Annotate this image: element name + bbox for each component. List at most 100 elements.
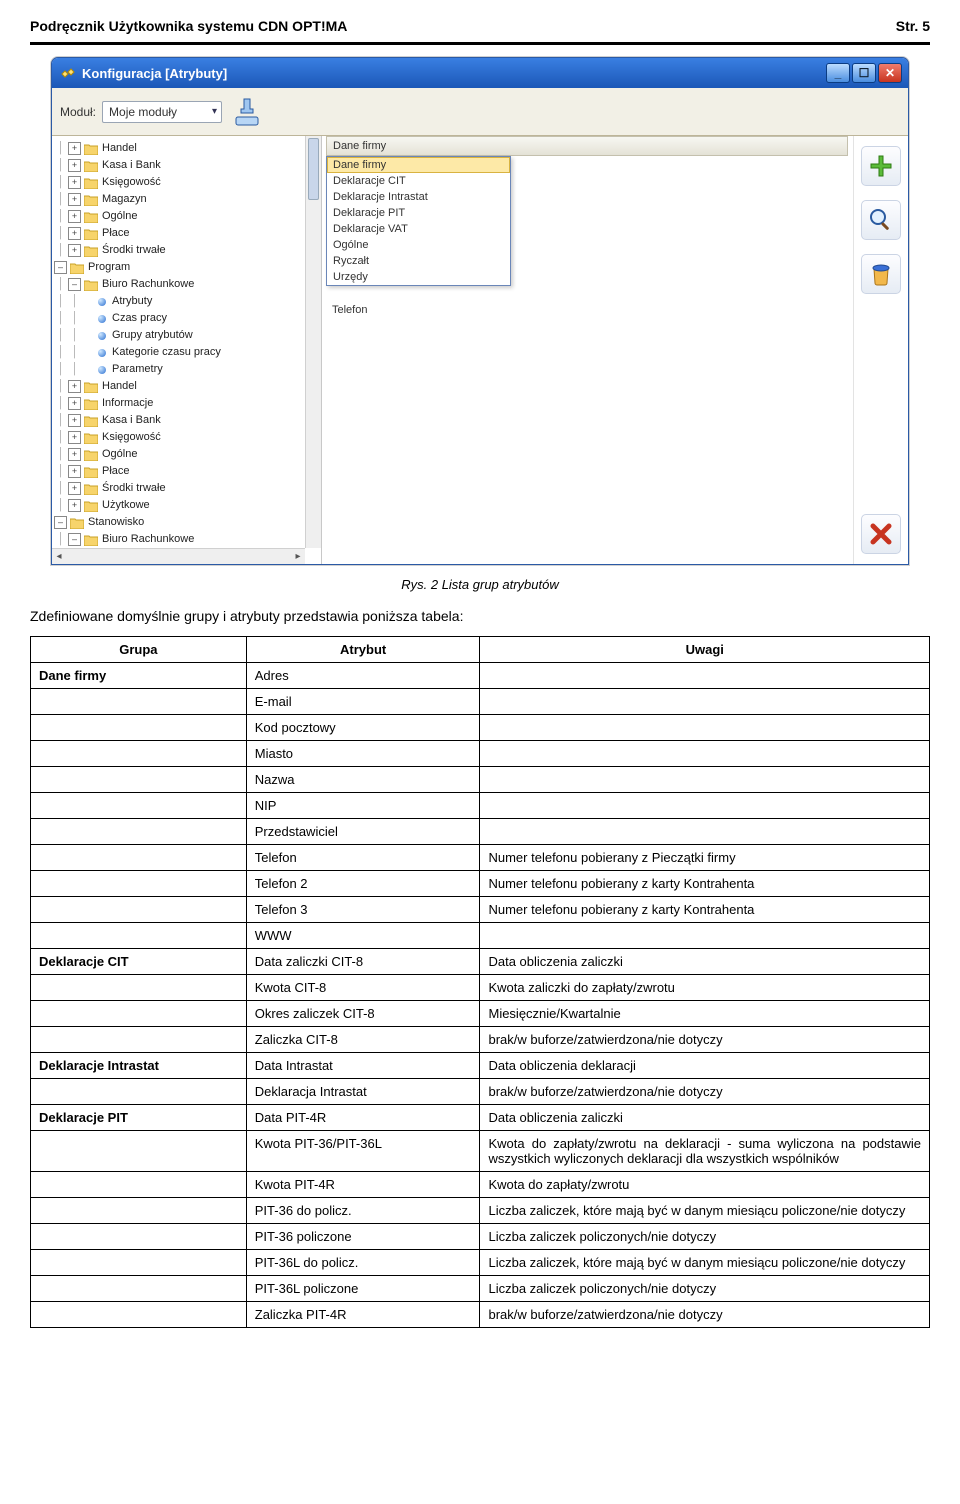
doc-title-right: Str. 5 — [896, 18, 930, 34]
cell-grupa — [31, 1131, 247, 1172]
tree-toggle-icon[interactable]: + — [68, 397, 81, 410]
tree-folder[interactable]: │+Ogólne — [54, 208, 305, 225]
cell-grupa — [31, 1027, 247, 1053]
toolbar-stamp-icon[interactable] — [228, 93, 266, 131]
tree-pane: │+Handel│+Kasa i Bank│+Księgowość│+Magaz… — [52, 136, 322, 564]
inspect-button[interactable] — [861, 200, 901, 240]
cell-grupa — [31, 1250, 247, 1276]
table-row: Kwota PIT-36/PIT-36LKwota do zapłaty/zwr… — [31, 1131, 930, 1172]
tree-toggle-icon[interactable]: – — [68, 278, 81, 291]
tree-folder[interactable]: │–Biuro Rachunkowe — [54, 531, 305, 548]
tree-toggle-icon[interactable]: + — [68, 380, 81, 393]
list-item[interactable]: Telefon — [332, 304, 367, 316]
cell-atrybut: Data PIT-4R — [246, 1105, 480, 1131]
tree-folder[interactable]: –Stanowisko — [54, 514, 305, 531]
tree-node-label: Środki trwałe — [101, 480, 166, 497]
tree-folder[interactable]: │+Informacje — [54, 395, 305, 412]
cell-uwagi — [480, 923, 930, 949]
cell-grupa: Deklaracje Intrastat — [31, 1053, 247, 1079]
delete-button[interactable] — [861, 254, 901, 294]
tree-folder[interactable]: │+Księgowość — [54, 174, 305, 191]
tree-toggle-icon[interactable]: + — [68, 210, 81, 223]
folder-icon — [84, 177, 98, 189]
tree-folder[interactable]: │+Płace — [54, 225, 305, 242]
tree-folder[interactable]: │+Środki trwałe — [54, 242, 305, 259]
tree-toggle-icon[interactable]: + — [68, 482, 81, 495]
cell-atrybut: PIT-36 do policz. — [246, 1198, 480, 1224]
tree-toggle-icon[interactable]: + — [68, 431, 81, 444]
chevron-left-icon[interactable]: ◂ — [52, 551, 66, 562]
tree-scrollbar-vertical[interactable] — [305, 136, 321, 548]
tree-toggle-icon[interactable]: + — [68, 244, 81, 257]
tree-toggle-icon[interactable]: + — [68, 142, 81, 155]
tree-folder[interactable]: │+Handel — [54, 140, 305, 157]
tree-toggle-icon[interactable]: – — [68, 533, 81, 546]
folder-icon — [84, 483, 98, 495]
tree-folder[interactable]: │+Księgowość — [54, 429, 305, 446]
tree-folder[interactable]: │+Płace — [54, 463, 305, 480]
close-button[interactable] — [861, 514, 901, 554]
dropdown-item[interactable]: Ogólne — [327, 237, 510, 253]
window-minimize-button[interactable]: _ — [826, 63, 850, 83]
dropdown-item[interactable]: Deklaracje VAT — [327, 221, 510, 237]
tree-leaf[interactable]: ││Kategorie czasu pracy — [54, 344, 305, 361]
module-combobox[interactable]: Moje moduły ▾ — [102, 101, 222, 123]
tree-folder[interactable]: │–Biuro Rachunkowe — [54, 276, 305, 293]
window-maximize-button[interactable]: ☐ — [852, 63, 876, 83]
window-app-icon — [60, 65, 76, 81]
dropdown-item[interactable]: Ryczałt — [327, 253, 510, 269]
tree-leaf[interactable]: ││Grupy atrybutów — [54, 327, 305, 344]
window-close-button[interactable]: ✕ — [878, 63, 902, 83]
tree-toggle-icon[interactable]: + — [68, 499, 81, 512]
add-button[interactable] — [861, 146, 901, 186]
cell-uwagi — [480, 819, 930, 845]
cell-atrybut: Przedstawiciel — [246, 819, 480, 845]
cell-grupa — [31, 715, 247, 741]
tree-scrollbar-horizontal[interactable]: ◂ ▸ — [52, 548, 305, 564]
table-row: Zaliczka CIT-8brak/w buforze/zatwierdzon… — [31, 1027, 930, 1053]
tree-toggle-icon[interactable]: + — [68, 227, 81, 240]
dropdown-item[interactable]: Dane firmy — [327, 157, 510, 173]
dropdown-item[interactable]: Deklaracje Intrastat — [327, 189, 510, 205]
tree-folder[interactable]: –Program — [54, 259, 305, 276]
tree-toggle-icon[interactable]: + — [68, 193, 81, 206]
tree-folder[interactable]: │+Kasa i Bank — [54, 412, 305, 429]
table-row: Zaliczka PIT-4Rbrak/w buforze/zatwierdzo… — [31, 1302, 930, 1328]
tree-leaf[interactable]: ││Parametry — [54, 361, 305, 378]
tree-folder[interactable]: │+Kasa i Bank — [54, 157, 305, 174]
tree-toggle-icon[interactable]: + — [68, 159, 81, 172]
table-row: TelefonNumer telefonu pobierany z Pieczą… — [31, 845, 930, 871]
tree-leaf[interactable]: ││Czas pracy — [54, 310, 305, 327]
dropdown-item[interactable]: Deklaracje PIT — [327, 205, 510, 221]
tree-folder[interactable]: │+Magazyn — [54, 191, 305, 208]
tree-toggle-icon[interactable]: – — [54, 261, 67, 274]
chevron-right-icon[interactable]: ▸ — [291, 551, 305, 562]
tree-folder[interactable]: │+Środki trwałe — [54, 480, 305, 497]
tree-toggle-icon[interactable]: + — [68, 414, 81, 427]
tree-toggle-icon[interactable]: + — [68, 448, 81, 461]
tree-folder[interactable]: │+Ogólne — [54, 446, 305, 463]
cell-grupa — [31, 975, 247, 1001]
tree-folder[interactable]: │+Użytkowe — [54, 497, 305, 514]
cell-uwagi: Liczba zaliczek, które mają być w danym … — [480, 1198, 930, 1224]
group-dropdown-menu[interactable]: Dane firmyDeklaracje CITDeklaracje Intra… — [326, 156, 511, 286]
tree-toggle-icon[interactable]: + — [68, 465, 81, 478]
tree-toggle-icon[interactable]: + — [68, 176, 81, 189]
tree-node-label: Ogólne — [101, 208, 137, 225]
dropdown-item[interactable]: Urzędy — [327, 269, 510, 285]
cell-uwagi: brak/w buforze/zatwierdzona/nie dotyczy — [480, 1027, 930, 1053]
tree-node-label: Księgowość — [101, 174, 161, 191]
config-tree[interactable]: │+Handel│+Kasa i Bank│+Księgowość│+Magaz… — [52, 136, 305, 548]
cell-grupa — [31, 897, 247, 923]
cell-atrybut: Kwota PIT-36/PIT-36L — [246, 1131, 480, 1172]
doc-title-left: Podręcznik Użytkownika systemu CDN OPT!M… — [30, 18, 347, 34]
list-column-header[interactable]: Dane firmy — [326, 136, 848, 156]
tree-leaf[interactable]: ││Atrybuty — [54, 293, 305, 310]
leaf-icon — [96, 364, 108, 376]
cell-atrybut: WWW — [246, 923, 480, 949]
tree-folder[interactable]: │+Handel — [54, 378, 305, 395]
tree-toggle-icon[interactable]: – — [54, 516, 67, 529]
dropdown-item[interactable]: Deklaracje CIT — [327, 173, 510, 189]
folder-icon — [84, 500, 98, 512]
cell-uwagi — [480, 767, 930, 793]
